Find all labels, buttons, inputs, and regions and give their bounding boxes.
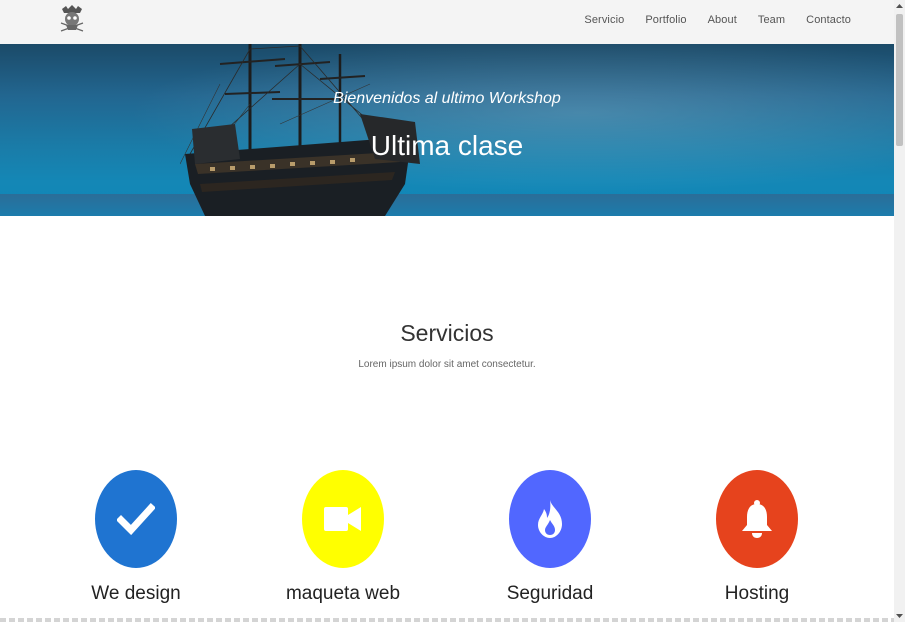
video-camera-icon [324,507,361,531]
services-heading: Servicios [400,320,494,346]
service-card-maqueta: maqueta web [253,470,433,605]
page: Servicio Portfolio About Team Contacto B… [0,0,894,622]
vertical-scrollbar[interactable] [894,0,905,622]
services-subheading: Lorem ipsum dolor sit amet consectetur. [358,359,536,370]
scroll-down-arrow-icon[interactable] [894,610,905,622]
service-icon-circle [509,470,591,568]
hero-title: Ultima clase [370,130,524,161]
main-nav: Servicio Portfolio About Team Contacto [563,14,851,26]
service-title: Seguridad [506,583,594,604]
service-card-seguridad: Seguridad [460,470,640,605]
nav-item-about[interactable]: About [708,14,737,26]
service-description-text-cutoff [0,618,894,622]
service-card-design: We design [46,470,226,605]
fire-icon [538,500,562,538]
scrollbar-thumb[interactable] [896,14,903,146]
service-card-hosting: Hosting [667,470,847,605]
navbar: Servicio Portfolio About Team Contacto [0,0,894,45]
nav-item-portfolio[interactable]: Portfolio [645,14,686,26]
skull-logo-icon[interactable] [58,3,86,33]
bell-icon [742,500,772,538]
check-icon [117,503,155,535]
service-title: Hosting [724,583,790,604]
service-title: We design [91,583,181,604]
service-icon-circle [95,470,177,568]
service-title: maqueta web [285,583,401,604]
nav-item-team[interactable]: Team [758,14,785,26]
service-icon-circle [302,470,384,568]
scroll-up-arrow-icon[interactable] [894,0,905,12]
hero-subtitle: Bienvenidos al ultimo Workshop [333,90,561,107]
hero-horizon [0,194,894,216]
nav-item-servicio[interactable]: Servicio [584,14,624,26]
hero-banner: Bienvenidos al ultimo Workshop Ultima cl… [0,44,894,216]
service-icon-circle [716,470,798,568]
nav-item-contacto[interactable]: Contacto [806,14,851,26]
